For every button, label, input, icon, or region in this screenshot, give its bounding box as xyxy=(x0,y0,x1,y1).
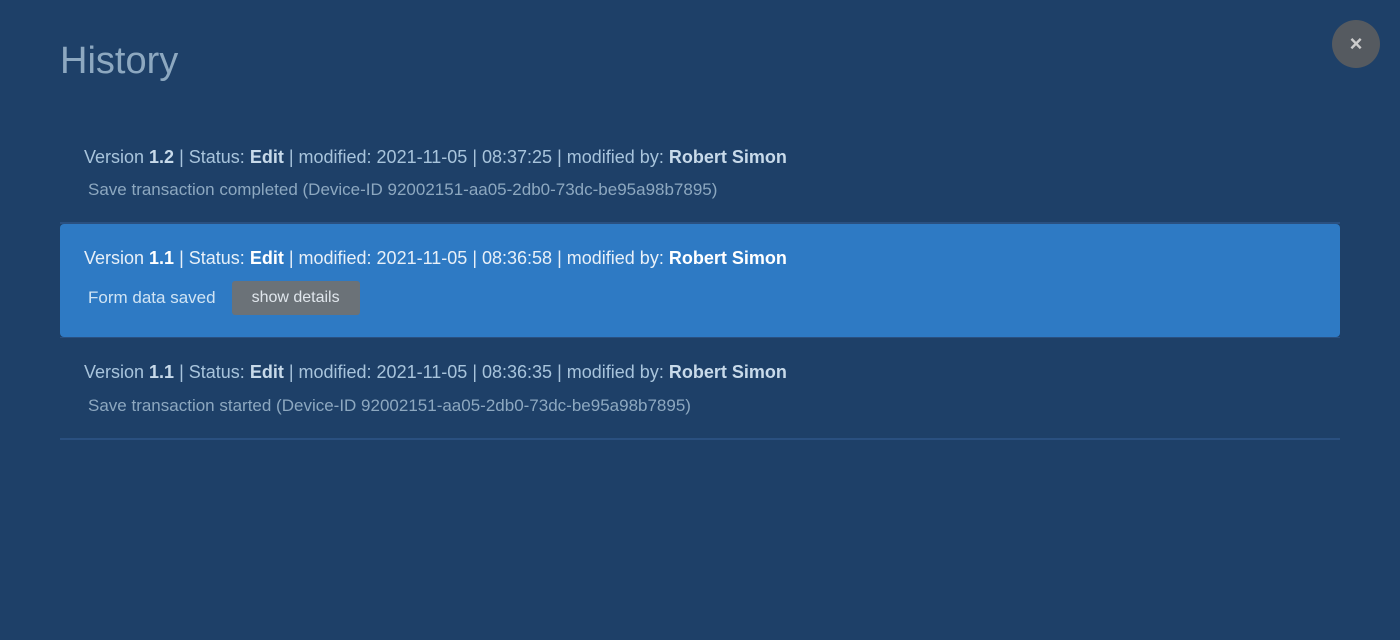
separator-line-3 xyxy=(60,439,1340,440)
separator-1b: | modified: xyxy=(289,147,377,167)
history-list: Version 1.2 | Status: Edit | modified: 2… xyxy=(60,123,1340,440)
modified-time-3: 08:36:35 xyxy=(482,362,552,382)
status-label-2: Status: xyxy=(189,248,250,268)
description-1: Save transaction completed (Device-ID 92… xyxy=(88,180,717,200)
history-item-2-header: Version 1.1 | Status: Edit | modified: 2… xyxy=(84,246,1316,271)
history-item-3-body: Save transaction started (Device-ID 9200… xyxy=(84,396,1316,416)
version-label-3: Version xyxy=(84,362,149,382)
separator-3d: | modified by: xyxy=(557,362,669,382)
separator-2a: | xyxy=(179,248,189,268)
close-button[interactable]: × xyxy=(1332,20,1380,68)
version-number-1: 1.2 xyxy=(149,147,174,167)
history-dialog: × History Version 1.2 | Status: Edit | m… xyxy=(0,0,1400,640)
separator-3a: | xyxy=(179,362,189,382)
status-label-3: Status: xyxy=(189,362,250,382)
status-value-2: Edit xyxy=(250,248,284,268)
description-3: Save transaction started (Device-ID 9200… xyxy=(88,396,691,416)
history-item-2-body: Form data saved show details xyxy=(84,281,1316,315)
history-item-3: Version 1.1 | Status: Edit | modified: 2… xyxy=(60,338,1340,438)
separator-1c: | xyxy=(472,147,482,167)
version-label-1: Version xyxy=(84,147,149,167)
version-number-2: 1.1 xyxy=(149,248,174,268)
modified-by-1: Robert Simon xyxy=(669,147,787,167)
description-2: Form data saved xyxy=(88,288,216,308)
history-item-2: Version 1.1 | Status: Edit | modified: 2… xyxy=(60,224,1340,337)
status-label-1: Status: xyxy=(189,147,250,167)
modified-date-3: 2021-11-05 xyxy=(377,362,468,382)
separator-2d: | modified by: xyxy=(557,248,669,268)
status-value-1: Edit xyxy=(250,147,284,167)
status-value-3: Edit xyxy=(250,362,284,382)
separator-1d: | modified by: xyxy=(557,147,669,167)
separator-1a: | xyxy=(179,147,189,167)
history-item-1: Version 1.2 | Status: Edit | modified: 2… xyxy=(60,123,1340,223)
separator-3c: | xyxy=(472,362,482,382)
version-number-3: 1.1 xyxy=(149,362,174,382)
show-details-button[interactable]: show details xyxy=(232,281,360,315)
modified-time-1: 08:37:25 xyxy=(482,147,552,167)
modified-by-2: Robert Simon xyxy=(669,248,787,268)
modified-date-2: 2021-11-05 xyxy=(377,248,468,268)
version-label-2: Version xyxy=(84,248,149,268)
history-item-3-header: Version 1.1 | Status: Edit | modified: 2… xyxy=(84,360,1316,385)
history-item-1-header: Version 1.2 | Status: Edit | modified: 2… xyxy=(84,145,1316,170)
separator-3b: | modified: xyxy=(289,362,377,382)
separator-2c: | xyxy=(472,248,482,268)
history-item-1-body: Save transaction completed (Device-ID 92… xyxy=(84,180,1316,200)
separator-2b: | modified: xyxy=(289,248,377,268)
dialog-title: History xyxy=(60,40,1340,83)
modified-by-3: Robert Simon xyxy=(669,362,787,382)
modified-date-1: 2021-11-05 xyxy=(377,147,468,167)
modified-time-2: 08:36:58 xyxy=(482,248,552,268)
